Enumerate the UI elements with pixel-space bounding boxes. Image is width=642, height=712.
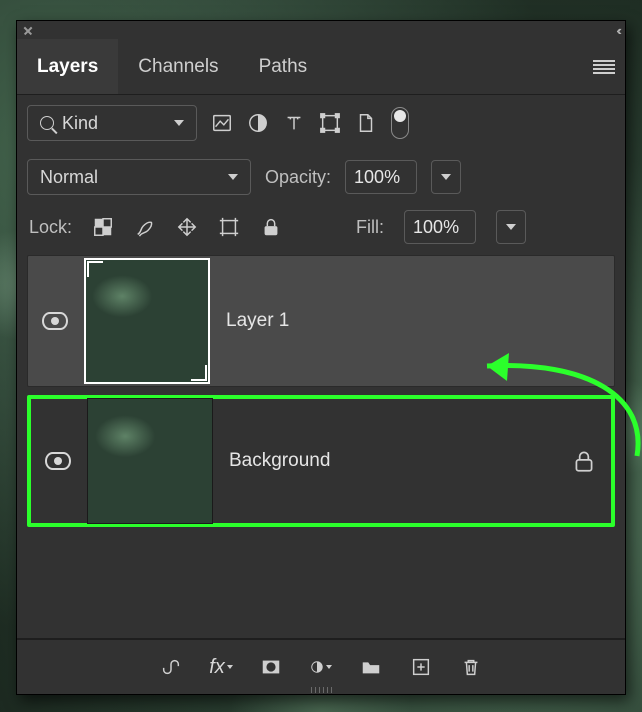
filter-toggle[interactable] bbox=[391, 107, 409, 139]
layer-list: Layer 1 Background bbox=[17, 251, 625, 638]
layer-fx-icon[interactable]: fx bbox=[210, 656, 232, 678]
resize-grip[interactable] bbox=[291, 687, 351, 693]
tab-layers[interactable]: Layers bbox=[17, 39, 118, 94]
layers-panel: ‹‹ Layers Channels Paths Kind bbox=[16, 20, 626, 695]
chevron-down-icon bbox=[326, 665, 332, 669]
layer-row[interactable]: Layer 1 bbox=[27, 255, 615, 387]
panel-handle: ‹‹ bbox=[17, 21, 625, 39]
filter-kind-label: Kind bbox=[62, 113, 98, 134]
visibility-toggle[interactable] bbox=[42, 312, 68, 330]
tab-channels[interactable]: Channels bbox=[118, 39, 238, 94]
blend-mode-dropdown[interactable]: Normal bbox=[27, 159, 251, 195]
lock-all-icon[interactable] bbox=[260, 216, 282, 238]
layer-thumbnail[interactable] bbox=[84, 258, 210, 384]
opacity-input[interactable] bbox=[345, 160, 417, 194]
lock-paint-icon[interactable] bbox=[134, 216, 156, 238]
chevron-down-icon bbox=[174, 120, 184, 126]
panel-footer: fx bbox=[17, 638, 625, 694]
lock-transparency-icon[interactable] bbox=[92, 216, 114, 238]
filter-smartobject-icon[interactable] bbox=[355, 112, 377, 134]
layer-name[interactable]: Layer 1 bbox=[226, 310, 289, 332]
blend-row: Normal Opacity: bbox=[17, 151, 625, 203]
fill-input[interactable] bbox=[404, 210, 476, 244]
filter-adjustment-icon[interactable] bbox=[247, 112, 269, 134]
visibility-toggle[interactable] bbox=[45, 452, 71, 470]
panel-menu-icon[interactable] bbox=[593, 60, 615, 74]
lock-label: Lock: bbox=[29, 217, 72, 238]
filter-row: Kind bbox=[17, 95, 625, 151]
layer-mask-icon[interactable] bbox=[260, 656, 282, 678]
opacity-label[interactable]: Opacity: bbox=[265, 167, 331, 188]
layer-thumbnail[interactable] bbox=[87, 398, 213, 524]
filter-kind-dropdown[interactable]: Kind bbox=[27, 105, 197, 141]
group-icon[interactable] bbox=[360, 656, 382, 678]
layer-row[interactable]: Background bbox=[27, 395, 615, 527]
adjustment-layer-icon[interactable] bbox=[310, 656, 332, 678]
chevron-down-icon bbox=[441, 174, 451, 180]
chevron-down-icon bbox=[228, 174, 238, 180]
lock-row: Lock: Fill: bbox=[17, 203, 625, 251]
filter-shape-icon[interactable] bbox=[319, 112, 341, 134]
fill-label[interactable]: Fill: bbox=[356, 217, 384, 238]
layer-name[interactable]: Background bbox=[229, 450, 330, 472]
chevron-down-icon bbox=[506, 224, 516, 230]
panel-tabs: Layers Channels Paths bbox=[17, 39, 625, 95]
delete-layer-icon[interactable] bbox=[460, 656, 482, 678]
lock-position-icon[interactable] bbox=[176, 216, 198, 238]
new-layer-icon[interactable] bbox=[410, 656, 432, 678]
lock-artboard-icon[interactable] bbox=[218, 216, 240, 238]
filter-type-icon[interactable] bbox=[283, 112, 305, 134]
blend-mode-value: Normal bbox=[40, 167, 98, 188]
link-layers-icon[interactable] bbox=[160, 656, 182, 678]
fill-stepper[interactable] bbox=[496, 210, 526, 244]
collapse-icon[interactable]: ‹‹ bbox=[616, 23, 619, 38]
close-icon[interactable] bbox=[23, 25, 33, 35]
lock-icon[interactable] bbox=[571, 448, 597, 474]
tab-paths[interactable]: Paths bbox=[239, 39, 328, 94]
search-icon bbox=[40, 116, 54, 130]
filter-pixel-icon[interactable] bbox=[211, 112, 233, 134]
opacity-stepper[interactable] bbox=[431, 160, 461, 194]
